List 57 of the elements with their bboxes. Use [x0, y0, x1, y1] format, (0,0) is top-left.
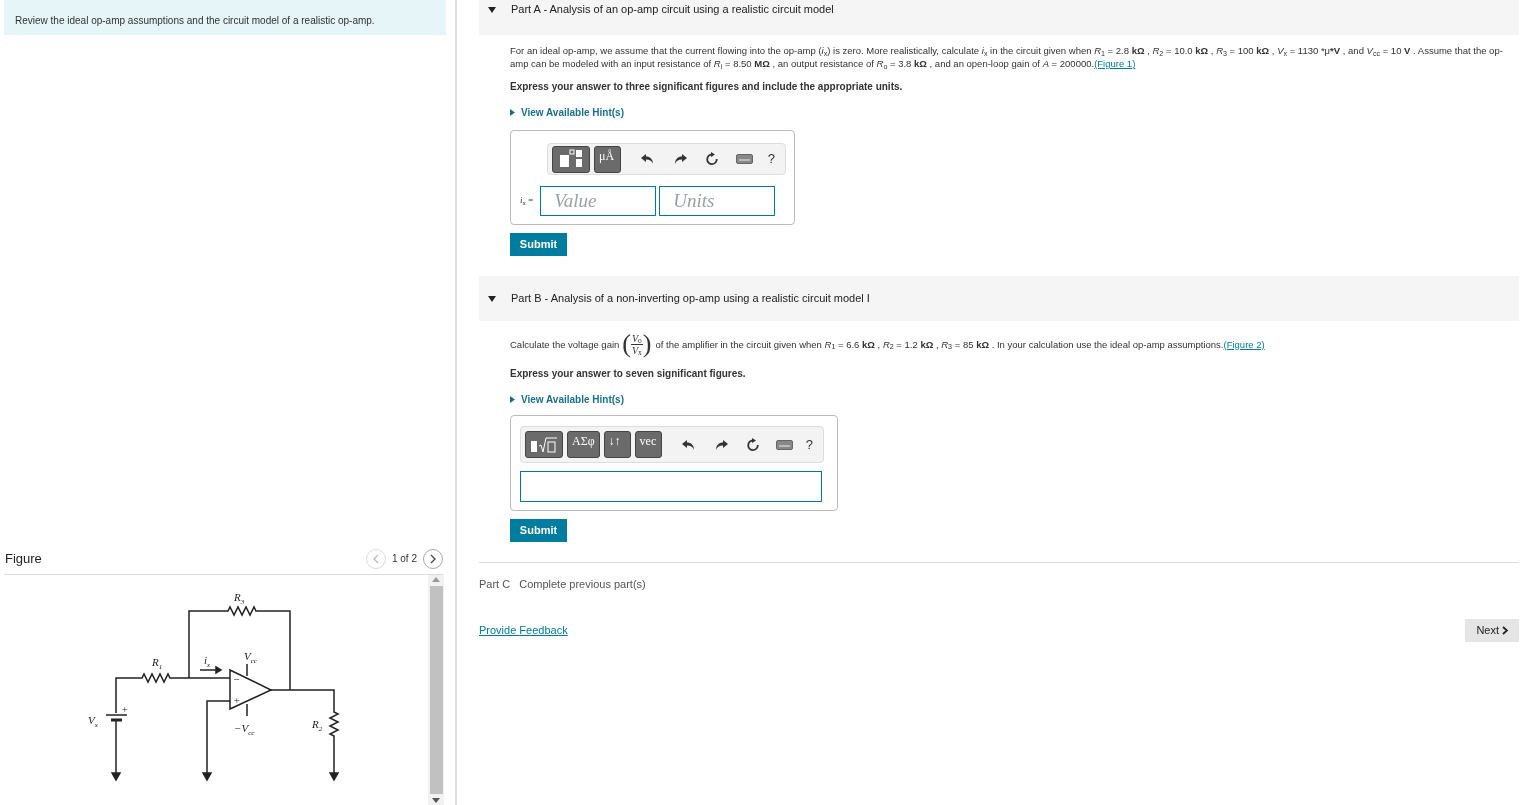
figure-link[interactable]: (Figure 1) — [1094, 58, 1136, 69]
symbol-button[interactable]: μÅ — [594, 145, 621, 173]
figure-title: Figure — [4, 549, 42, 568]
page-indicator: 1 of 2 — [391, 552, 417, 566]
part-status: Complete previous part(s) — [519, 577, 646, 592]
keyboard-icon — [776, 439, 794, 450]
triangle-icon — [510, 109, 515, 116]
instruction-text: Express your answer to seven significant figures. — [510, 367, 747, 381]
submit-button[interactable]: Submit — [510, 519, 567, 542]
templates-button[interactable] — [525, 431, 563, 458]
circuit-label: V$_{x}$ — [88, 714, 98, 729]
circuit-label: −V$_{cc}$ — [234, 722, 255, 737]
redo-icon — [673, 153, 687, 165]
symbol-button[interactable]: ΑΣφ — [567, 431, 600, 458]
part-title: Part A - Analysis of an op-amp circuit using a realistic circuit model — [511, 2, 834, 18]
scrollbar[interactable] — [428, 575, 444, 805]
circuit-label: R$_{1}$ — [152, 656, 163, 671]
circuit-label: V$_{cc}$ — [244, 650, 257, 665]
undo-icon — [641, 153, 655, 165]
reset-icon — [705, 152, 719, 166]
redo-icon — [713, 438, 728, 451]
units-field[interactable]: Units — [659, 186, 776, 216]
next-button[interactable]: Next — [1465, 618, 1519, 642]
chevron-icon — [1502, 625, 1508, 635]
part-title: Part B - Analysis of a non-inverting op-amp using a realistic circuit model I — [511, 291, 870, 307]
question-text: For an ideal op-amp, we assume that the current flowing into the op-amp (i$_{x}$) is zero. More realistically, calculate i$_{x}$ in the circuit given when R$_{1}$ = 2.8 kΩ , R$_{2}$ = 10.0 kΩ , R$_{3}$ = 100 kΩ , V$_{x}$ = 1130 *μ*V , and V$_{cc}$ = 10 V . Assume that the op-amp can be modeled with an input resistance of R$_{i}$ = 8.50 MΩ , an output resistance of R$_{o}$ = 3.8 kΩ , and an open-loop gain of A = 200000.(Figure 1) — [510, 44, 1504, 70]
collapse-toggle[interactable] — [488, 6, 496, 13]
instructions-text: Review the ideal op-amp assumptions and the circuit model of a realistic op-amp. — [15, 14, 376, 28]
collapse-toggle[interactable] — [488, 295, 496, 302]
answer-field[interactable] — [520, 471, 822, 502]
circuit-label: R$_{3}$ — [234, 591, 245, 606]
answer-label: i$_{x}$ = — [520, 194, 534, 208]
keyboard-icon — [735, 154, 753, 164]
scroll-down-icon[interactable] — [432, 798, 440, 803]
value-field[interactable]: Value — [540, 186, 657, 216]
triangle-icon — [510, 396, 515, 403]
symbol-button[interactable]: ↓↑ — [603, 431, 631, 458]
feedback-link[interactable]: Provide Feedback — [479, 621, 568, 639]
circuit-label: + — [121, 703, 129, 715]
chevron-icon — [429, 553, 437, 564]
hint-toggle[interactable]: View Available Hint(s) — [510, 392, 624, 407]
help-button[interactable]: ? — [805, 434, 813, 455]
circuit-label: R$_{2}$ — [312, 718, 323, 733]
circuit-label: − — [233, 673, 241, 685]
undo-icon — [681, 438, 696, 451]
circuit-label: i$_{x}$ — [204, 654, 211, 669]
instruction-text: Express your answer to three significant figures and include the appropriate units. — [510, 80, 904, 94]
submit-button[interactable]: Submit — [510, 233, 567, 256]
part-label: Part C — [479, 577, 511, 592]
templates-button[interactable] — [552, 145, 590, 173]
help-button[interactable]: ? — [767, 149, 775, 169]
figure-link[interactable]: (Figure 2) — [1223, 337, 1265, 351]
circuit-label: + — [233, 694, 241, 706]
reset-icon — [745, 437, 760, 452]
hint-toggle[interactable]: View Available Hint(s) — [510, 105, 624, 120]
chevron-icon — [371, 553, 380, 564]
symbol-button[interactable]: vec — [634, 431, 662, 458]
